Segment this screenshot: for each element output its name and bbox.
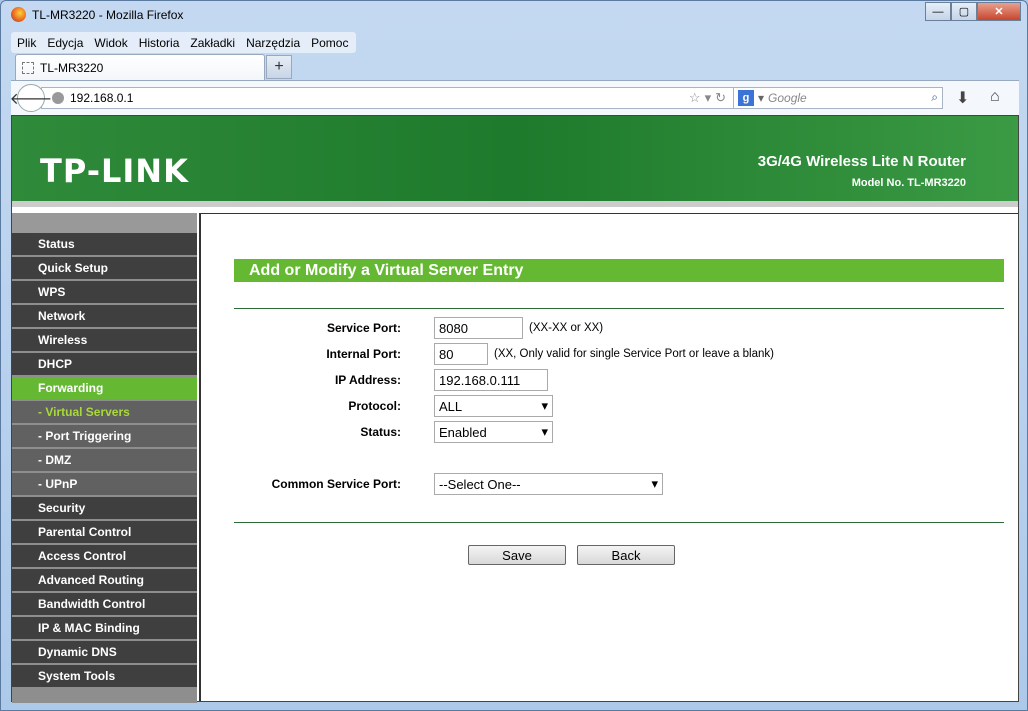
back-button[interactable]: 🡐 [10, 84, 52, 112]
address-bar[interactable]: 192.168.0.1 ☆▾↻ [41, 87, 737, 109]
common-service-port-value: --Select One-- [439, 476, 521, 492]
menu-zakladki[interactable]: Zakładki [190, 36, 235, 50]
ip-address-input[interactable] [434, 369, 548, 391]
protocol-select[interactable]: ALL ▾ [434, 395, 553, 417]
minimize-button[interactable]: — [925, 2, 951, 21]
ip-address-label: IP Address: [334, 373, 401, 387]
bookmark-star-reload-icons[interactable]: ☆▾↻ [689, 90, 730, 106]
chevron-down-icon: ▾ [651, 476, 658, 491]
sidebar-item-bandwidth-control[interactable]: Bandwidth Control [12, 593, 197, 615]
home-icon[interactable]: ⌂ [990, 88, 1000, 106]
sidebar-item-virtual-servers[interactable]: - Virtual Servers [12, 401, 197, 423]
banner: TP-LINK 3G/4G Wireless Lite N Router Mod… [12, 116, 1018, 207]
service-port-label: Service Port: [326, 321, 401, 335]
tab-label: TL-MR3220 [40, 60, 104, 75]
divider [234, 308, 1004, 309]
status-value: Enabled [439, 424, 487, 440]
sidebar-item-advanced-routing[interactable]: Advanced Routing [12, 569, 197, 591]
sidebar: Status Quick Setup WPS Network Wireless DHCP F… [12, 213, 197, 703]
back-button[interactable]: Back [577, 545, 675, 565]
menu-bar: Plik Edycja Widok Historia Zakładki Narzędzia… [11, 32, 356, 53]
sidebar-item-dhcp[interactable]: DHCP [12, 353, 197, 375]
firefox-logo-icon [11, 7, 26, 22]
divider [234, 522, 1004, 523]
internal-port-hint: (XX, Only valid for single Service Port … [494, 348, 774, 360]
sidebar-item-port-triggering[interactable]: - Port Triggering [12, 425, 197, 447]
tp-link-logo: TP-LINK [40, 152, 189, 190]
title-bar: TL-MR3220 - Mozilla Firefox [11, 7, 183, 22]
new-tab-button[interactable]: + [266, 55, 292, 79]
save-button[interactable]: Save [468, 545, 566, 565]
service-port-input[interactable] [434, 317, 523, 339]
sidebar-item-status[interactable]: Status [12, 233, 197, 255]
status-label: Status: [360, 425, 401, 439]
sidebar-item-wireless[interactable]: Wireless [12, 329, 197, 351]
download-icon[interactable]: ⬇ [956, 88, 969, 108]
menu-plik[interactable]: Plik [17, 36, 36, 50]
router-page: TP-LINK 3G/4G Wireless Lite N Router Mod… [11, 115, 1019, 703]
menu-widok[interactable]: Widok [94, 36, 127, 50]
status-select[interactable]: Enabled ▾ [434, 421, 553, 443]
search-placeholder: Google [768, 91, 807, 105]
search-icon[interactable]: ⌕ [931, 90, 938, 105]
main-content: Add or Modify a Virtual Server Entry Ser… [199, 213, 1018, 701]
chevron-down-icon[interactable]: ▾ [758, 91, 764, 105]
sidebar-item-quick-setup[interactable]: Quick Setup [12, 257, 197, 279]
favicon-icon [22, 61, 34, 74]
sidebar-item-system-tools[interactable]: System Tools [12, 665, 197, 687]
google-icon[interactable]: g [738, 90, 754, 106]
sidebar-item-dmz[interactable]: - DMZ [12, 449, 197, 471]
search-input[interactable]: g ▾ Google ⌕ [733, 87, 943, 109]
internal-port-input[interactable] [434, 343, 488, 365]
window-title: TL-MR3220 - Mozilla Firefox [32, 7, 184, 22]
protocol-label: Protocol: [348, 399, 401, 413]
sidebar-item-access-control[interactable]: Access Control [12, 545, 197, 567]
navigation-bar: 192.168.0.1 ☆▾↻ 🡐 g ▾ Google ⌕ ⬇ ⌂ [10, 80, 1019, 115]
menu-pomoc[interactable]: Pomoc [311, 36, 348, 50]
sidebar-item-ip-mac-binding[interactable]: IP & MAC Binding [12, 617, 197, 639]
sidebar-item-upnp[interactable]: - UPnP [12, 473, 197, 495]
menu-historia[interactable]: Historia [139, 36, 180, 50]
chevron-down-icon: ▾ [541, 398, 548, 413]
close-button[interactable]: ✕ [977, 2, 1021, 21]
service-port-hint: (XX-XX or XX) [529, 322, 604, 334]
protocol-value: ALL [439, 398, 463, 414]
sidebar-item-security[interactable]: Security [12, 497, 197, 519]
common-service-port-label: Common Service Port: [271, 477, 401, 491]
menu-narzedzia[interactable]: Narzędzia [246, 36, 300, 50]
sidebar-item-parental-control[interactable]: Parental Control [12, 521, 197, 543]
sidebar-item-forwarding[interactable]: Forwarding [12, 377, 197, 399]
common-service-port-select[interactable]: --Select One-- ▾ [434, 473, 663, 495]
model-number: Model No. TL-MR3220 [851, 177, 966, 189]
sidebar-item-wps[interactable]: WPS [12, 281, 197, 303]
menu-edycja[interactable]: Edycja [47, 36, 83, 50]
chevron-down-icon: ▾ [541, 424, 548, 439]
browser-tab[interactable]: TL-MR3220 [15, 54, 265, 80]
internal-port-label: Internal Port: [326, 347, 401, 361]
sidebar-item-network[interactable]: Network [12, 305, 197, 327]
globe-icon [52, 92, 64, 104]
sidebar-item-dynamic-dns[interactable]: Dynamic DNS [12, 641, 197, 663]
url-text: 192.168.0.1 [70, 91, 134, 105]
browser-window: TL-MR3220 - Mozilla Firefox — ▢ ✕ Plik Edyc… [0, 0, 1028, 711]
product-name: 3G/4G Wireless Lite N Router [757, 153, 966, 170]
maximize-button[interactable]: ▢ [951, 2, 977, 21]
page-title: Add or Modify a Virtual Server Entry [234, 259, 1004, 282]
